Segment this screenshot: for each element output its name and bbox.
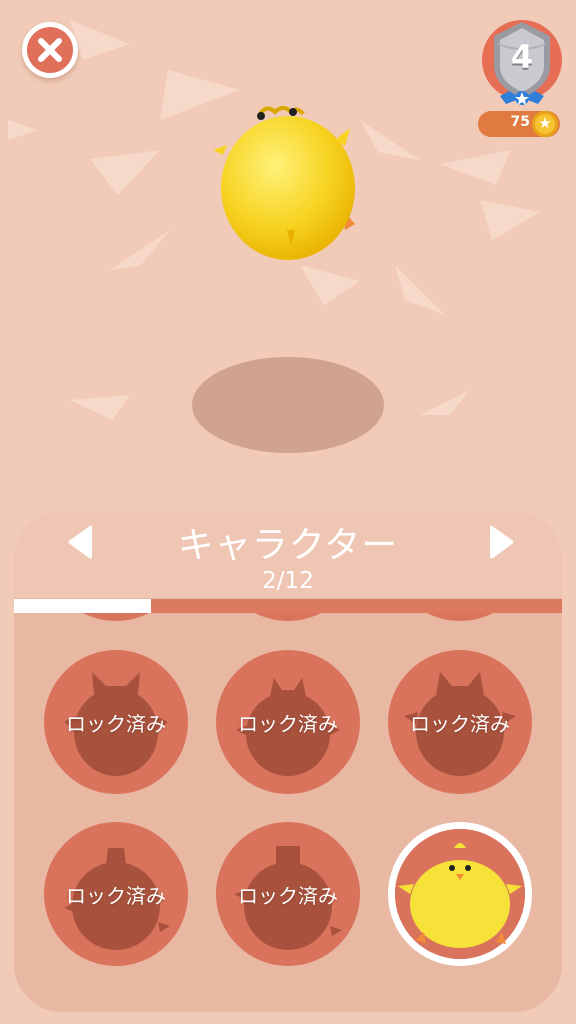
background-shard [70,20,130,60]
background-shard [360,120,420,160]
background-shard [70,395,130,420]
unlock-progress-bar [14,599,562,613]
coin-counter: 75 ★ [478,111,560,137]
next-category-button[interactable] [478,522,518,562]
unlock-counter: 2/12 [262,568,314,594]
character-shadow [192,357,384,453]
chick-character-icon [395,829,525,959]
character-slot-locked[interactable]: ロック済み [44,822,188,966]
unlock-progress-fill [14,599,151,613]
background-shard [90,150,160,195]
character-slot-partial [44,613,188,621]
character-slot-locked[interactable]: ロック済み [44,650,188,794]
character-slot-selected[interactable] [388,822,532,966]
locked-label: ロック済み [238,884,338,908]
background-shard [110,230,170,270]
background-shard [8,120,38,140]
character-grid: ロック済み ロック済み ロック済み ロック済み ロック済み [14,613,562,1012]
coin-count: 75 [510,114,530,130]
chevron-left-icon [68,525,92,559]
chevron-right-icon [490,525,514,559]
close-button[interactable] [22,22,78,78]
locked-label: ロック済み [66,712,166,736]
background-shard [395,265,445,315]
panel-title: キャラクター [177,525,399,566]
character-slot-locked[interactable]: ロック済み [388,650,532,794]
background-shard [420,390,470,415]
level-badge: 4 [478,14,566,114]
locked-label: ロック済み [238,712,338,736]
character-preview [205,100,365,270]
character-slot-locked[interactable]: ロック済み [216,650,360,794]
background-shard [440,150,510,185]
background-shard [480,200,540,240]
close-icon [38,38,62,62]
locked-label: ロック済み [66,884,166,908]
background-shard [300,265,360,305]
character-slot-partial [388,613,532,621]
character-slot-locked[interactable]: ロック済み [216,822,360,966]
previous-category-button[interactable] [64,522,104,562]
star-coin-icon: ★ [532,111,558,137]
locked-label: ロック済み [410,712,510,736]
level-number: 4 [510,38,534,76]
character-slot-partial [216,613,360,621]
